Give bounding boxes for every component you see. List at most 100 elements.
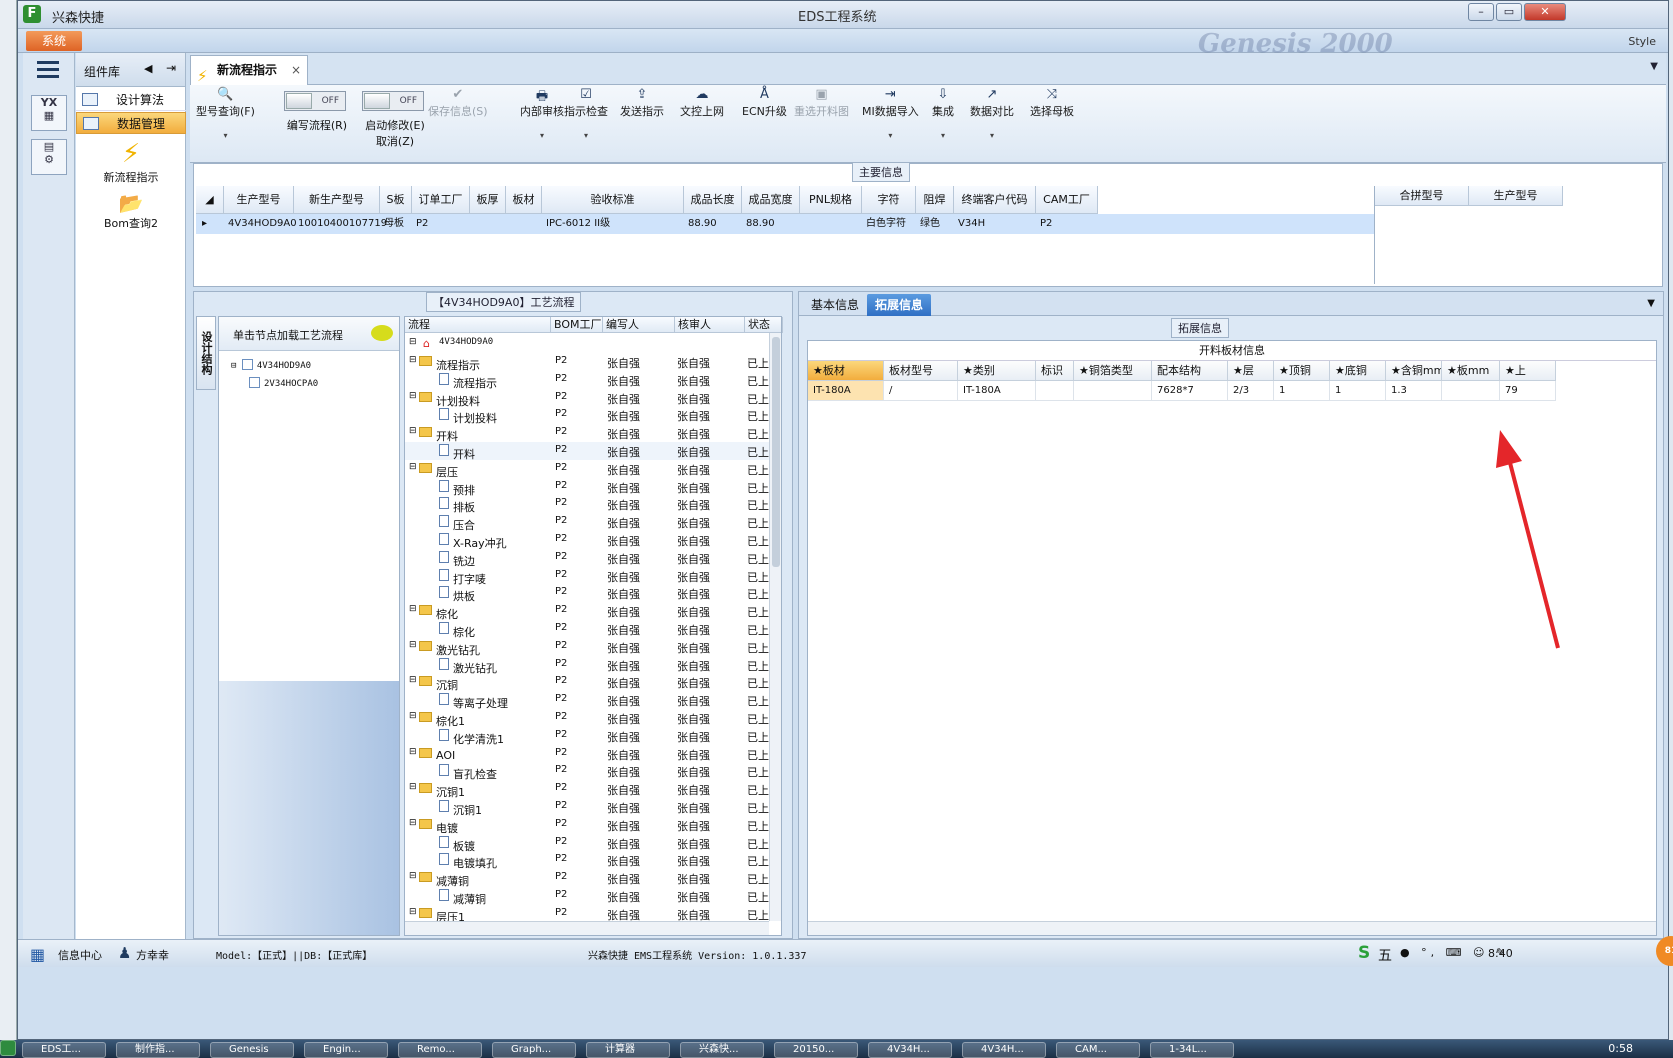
- style-menu[interactable]: Style: [1628, 35, 1656, 48]
- flow-row[interactable]: ⊟开料 P2 张自强 张自强 已上网: [405, 424, 769, 443]
- column-header[interactable]: 流程: [405, 317, 551, 333]
- grid-cell[interactable]: 1.3: [1386, 381, 1442, 401]
- column-header[interactable]: 编写人: [603, 317, 675, 333]
- ime-mode[interactable]: 五: [1378, 945, 1392, 965]
- grid-cell[interactable]: [1036, 381, 1074, 401]
- taskbar-item[interactable]: 4V34H...: [868, 1042, 952, 1058]
- tab-design-structure[interactable]: 设计结构: [196, 316, 216, 390]
- ribbon-button[interactable]: ⤨ 选择母板: [1030, 87, 1074, 119]
- tree-root-row[interactable]: ⊟ ⌂ 4V34HOD9A0: [405, 335, 769, 353]
- flow-row[interactable]: 烘板 P2 张自强 张自强 已上网: [405, 584, 769, 603]
- close-button[interactable]: ✕: [1524, 3, 1566, 21]
- ribbon-button[interactable]: 🔍 型号查询(F) ▾: [196, 87, 255, 140]
- ribbon-button[interactable]: 🖶 内部审核 ▾: [520, 87, 564, 140]
- flow-row[interactable]: ⊟激光钻孔 P2 张自强 张自强 已上网: [405, 638, 769, 657]
- flow-row[interactable]: 排板 P2 张自强 张自强 已上网: [405, 495, 769, 514]
- flow-row[interactable]: 减薄铜 P2 张自强 张自强 已上网: [405, 887, 769, 906]
- launcher-new-flow[interactable]: ⚡ 新流程指示: [76, 139, 186, 185]
- column-header[interactable]: 生产型号: [1469, 186, 1563, 206]
- flow-row[interactable]: ⊟层压 P2 张自强 张自强 已上网: [405, 460, 769, 479]
- flow-row[interactable]: ⊟棕化1 P2 张自强 张自强 已上网: [405, 709, 769, 728]
- flow-row[interactable]: ⊟ AOI P2 张自强 张自强 已上网: [405, 745, 769, 763]
- grid-cell[interactable]: 2/3: [1228, 381, 1274, 401]
- flow-row[interactable]: 打字唛 P2 张自强 张自强 已上网: [405, 567, 769, 586]
- flow-row[interactable]: 流程指示 P2 张自强 张自强 已上网: [405, 371, 769, 390]
- library-item-data-management[interactable]: 数据管理: [76, 112, 186, 134]
- grid-cell[interactable]: IT-180A: [958, 381, 1036, 401]
- column-header[interactable]: 状态: [745, 317, 783, 333]
- taskbar-item[interactable]: Remo...: [398, 1042, 482, 1058]
- column-header[interactable]: PNL规格: [800, 186, 862, 214]
- tree-expander-icon[interactable]: ⊟: [409, 907, 417, 917]
- tree-expander-icon[interactable]: ⊟: [409, 871, 417, 881]
- row-selector-header[interactable]: ◢: [196, 186, 224, 214]
- column-header[interactable]: 生产型号: [224, 186, 294, 214]
- tree-node[interactable]: ⊟ 4V34HOD9A0: [231, 359, 311, 371]
- column-header[interactable]: 板材型号: [884, 361, 958, 381]
- grid-cell[interactable]: /: [884, 381, 958, 401]
- tree-expander-icon[interactable]: ⊟: [409, 818, 417, 828]
- column-header[interactable]: 新生产型号: [294, 186, 380, 214]
- flow-row[interactable]: ⊟棕化 P2 张自强 张自强 已上网: [405, 602, 769, 621]
- column-header[interactable]: ★板材: [808, 361, 884, 381]
- taskbar-item[interactable]: CAM...: [1056, 1042, 1140, 1058]
- ribbon-button[interactable]: Å ECN升级: [742, 87, 787, 119]
- column-header[interactable]: ★含铜mm: [1386, 361, 1442, 381]
- tree-expander-icon[interactable]: ⊟: [409, 391, 417, 401]
- column-header[interactable]: ★上: [1500, 361, 1556, 381]
- column-header[interactable]: ★类别: [958, 361, 1036, 381]
- tree-expander-icon[interactable]: ⊟: [409, 355, 417, 365]
- ribbon-button[interactable]: ⇩ 集成 ▾: [932, 87, 954, 140]
- tab-extended-info[interactable]: 拓展信息: [867, 294, 932, 316]
- column-header[interactable]: ★铜箔类型: [1074, 361, 1152, 381]
- flow-row[interactable]: 计划投料 P2 张自强 张自强 已上网: [405, 406, 769, 425]
- checkbox[interactable]: [241, 359, 253, 370]
- flow-row[interactable]: 压合 P2 张自强 张自强 已上网: [405, 513, 769, 532]
- column-header[interactable]: ★底铜: [1330, 361, 1386, 381]
- horizontal-scrollbar[interactable]: [405, 921, 769, 935]
- flow-row[interactable]: 化学清洗1 P2 张自强 张自强 已上网: [405, 727, 769, 746]
- column-header[interactable]: ★板mm: [1442, 361, 1500, 381]
- grid-cell[interactable]: 1: [1330, 381, 1386, 401]
- toggle-switch[interactable]: OFF: [284, 91, 346, 111]
- column-header[interactable]: BOM工厂: [551, 317, 603, 333]
- chevron-down-icon[interactable]: ▾: [520, 131, 564, 140]
- column-header[interactable]: 阻焊: [916, 186, 954, 214]
- tree-expander-icon[interactable]: ⊟: [409, 675, 417, 685]
- flow-row[interactable]: 棕化 P2 张自强 张自强 已上网: [405, 620, 769, 639]
- taskbar-item[interactable]: 制作指...: [116, 1042, 200, 1058]
- taskbar-item[interactable]: Engin...: [304, 1042, 388, 1058]
- tab-new-flow[interactable]: ⚡ 新流程指示 ×: [190, 55, 308, 85]
- pin-icon[interactable]: ⇥: [166, 61, 176, 75]
- tree-expander-icon[interactable]: ⊟: [409, 782, 417, 792]
- flow-row[interactable]: 盲孔检查 P2 张自强 张自强 已上网: [405, 762, 769, 781]
- info-center-link[interactable]: 信息中心: [58, 947, 102, 963]
- column-header[interactable]: 成品长度: [684, 186, 742, 214]
- flow-row[interactable]: ⊟电镀 P2 张自强 张自强 已上网: [405, 816, 769, 835]
- chevron-down-icon[interactable]: ▾: [196, 131, 255, 140]
- flow-row[interactable]: ⊟ 层压1 P2 张自强 张自强 已上网: [405, 905, 769, 921]
- calculator-module-icon[interactable]: ▤ ⚙: [31, 139, 67, 175]
- column-header[interactable]: 核审人: [675, 317, 745, 333]
- system-menu-button[interactable]: 系统: [26, 31, 82, 51]
- tree-expander-icon[interactable]: ⊟: [409, 747, 417, 757]
- column-header[interactable]: 板厚: [470, 186, 506, 214]
- column-header[interactable]: 成品宽度: [742, 186, 800, 214]
- yx-module-icon[interactable]: YX ▦: [31, 95, 67, 131]
- column-header[interactable]: 配本结构: [1152, 361, 1228, 381]
- ribbon-button[interactable]: ⇥ MI数据导入 ▾: [862, 87, 919, 140]
- column-header[interactable]: CAM工厂: [1036, 186, 1098, 214]
- ribbon-button[interactable]: ▣ 重选开料图: [794, 87, 849, 119]
- flow-row[interactable]: 等离子处理 P2 张自强 张自强 已上网: [405, 691, 769, 710]
- start-button[interactable]: [0, 1040, 16, 1056]
- launcher-bom-query[interactable]: 📂 Bom查询2: [76, 191, 186, 231]
- flow-row[interactable]: 电镀填孔 P2 张自强 张自强 已上网: [405, 851, 769, 870]
- taskbar-item[interactable]: 兴森快...: [680, 1042, 764, 1058]
- flow-row[interactable]: ⊟沉铜1 P2 张自强 张自强 已上网: [405, 780, 769, 799]
- toggle-knob[interactable]: [364, 93, 390, 109]
- ribbon-button[interactable]: ✔ 保存信息(S): [428, 87, 488, 119]
- taskbar-item[interactable]: Genesis: [210, 1042, 294, 1058]
- taskbar-item[interactable]: 20150...: [774, 1042, 858, 1058]
- close-tab-icon[interactable]: ×: [291, 56, 301, 84]
- maximize-button[interactable]: ▭: [1496, 3, 1522, 21]
